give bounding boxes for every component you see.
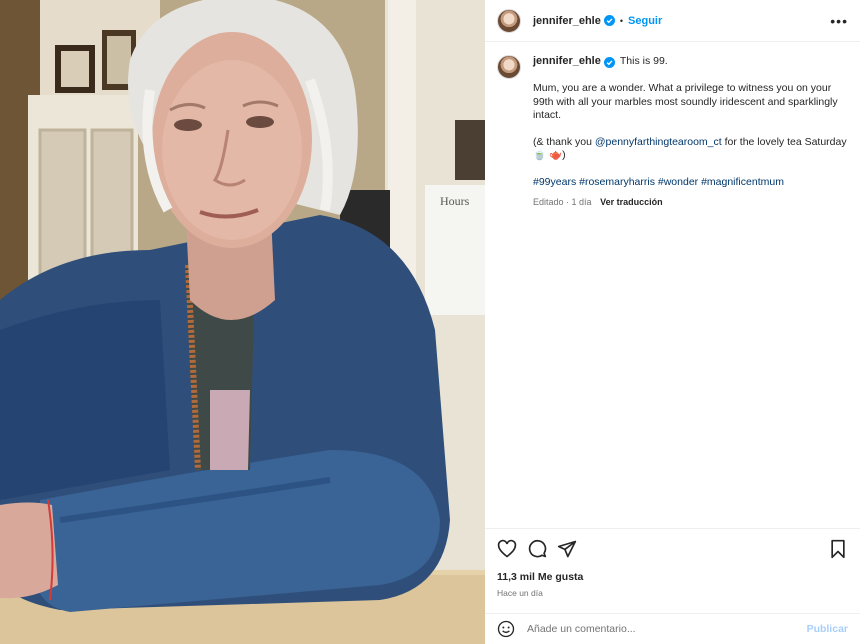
bookmark-icon[interactable] xyxy=(828,539,848,559)
action-icons xyxy=(497,529,848,569)
caption-paragraph-1: Mum, you are a wonder. What a privilege … xyxy=(533,82,838,121)
verified-badge-icon xyxy=(603,15,615,26)
share-icon[interactable] xyxy=(557,539,577,559)
publish-button[interactable]: Publicar xyxy=(807,623,848,635)
comment-icon[interactable] xyxy=(527,539,547,559)
mention-link[interactable]: @pennyfarthingtearoom_ct xyxy=(595,136,722,148)
svg-text:Hours: Hours xyxy=(440,194,470,208)
verified-badge-icon xyxy=(603,56,615,68)
see-translation-button[interactable]: Ver traducción xyxy=(600,197,663,207)
post-side-panel: jennifer_ehle • Seguir ••• jennifer_ehle xyxy=(485,0,860,644)
hashtags[interactable]: #99years #rosemaryharris #wonder #magnif… xyxy=(533,176,848,190)
actions-area: 11,3 mil Me gusta Hace un día xyxy=(485,528,860,613)
comment-input[interactable] xyxy=(527,623,807,635)
heart-icon[interactable] xyxy=(497,539,517,559)
instagram-post: Hours jennifer_ehle • Seguir ••• jennife… xyxy=(0,0,860,644)
post-photo-illustration: Hours xyxy=(0,0,485,644)
emoji-icon[interactable] xyxy=(497,620,515,638)
caption-title: This is 99. xyxy=(619,55,668,68)
more-options-icon[interactable]: ••• xyxy=(830,13,848,29)
header-username[interactable]: jennifer_ehle xyxy=(533,15,601,27)
post-header: jennifer_ehle • Seguir ••• xyxy=(485,0,860,42)
caption-username[interactable]: jennifer_ehle xyxy=(533,55,601,69)
post-time[interactable]: Hace un día xyxy=(497,588,848,598)
edited-label: Editado · 1 día xyxy=(533,197,592,207)
likes-count[interactable]: 11,3 mil Me gusta xyxy=(497,571,848,583)
caption-body: jennifer_ehle This is 99. Mum, you are a… xyxy=(533,55,848,210)
caption-avatar[interactable] xyxy=(497,55,521,79)
caption-meta: Editado · 1 día Ver traducción xyxy=(533,196,848,210)
follow-button[interactable]: Seguir xyxy=(628,15,662,27)
caption-paragraph-2-prefix: (& thank you xyxy=(533,135,595,148)
author-avatar[interactable] xyxy=(497,8,521,33)
post-photo[interactable]: Hours xyxy=(0,0,485,644)
separator-dot: • xyxy=(619,15,624,26)
caption-paragraph-2: (& thank you @pennyfarthingtearoom_ct fo… xyxy=(533,136,848,163)
caption-first-line: jennifer_ehle This is 99. xyxy=(533,55,848,69)
comment-bar: Publicar xyxy=(485,613,860,644)
caption-section: jennifer_ehle This is 99. Mum, you are a… xyxy=(485,42,860,528)
caption-row: jennifer_ehle This is 99. Mum, you are a… xyxy=(497,55,848,210)
